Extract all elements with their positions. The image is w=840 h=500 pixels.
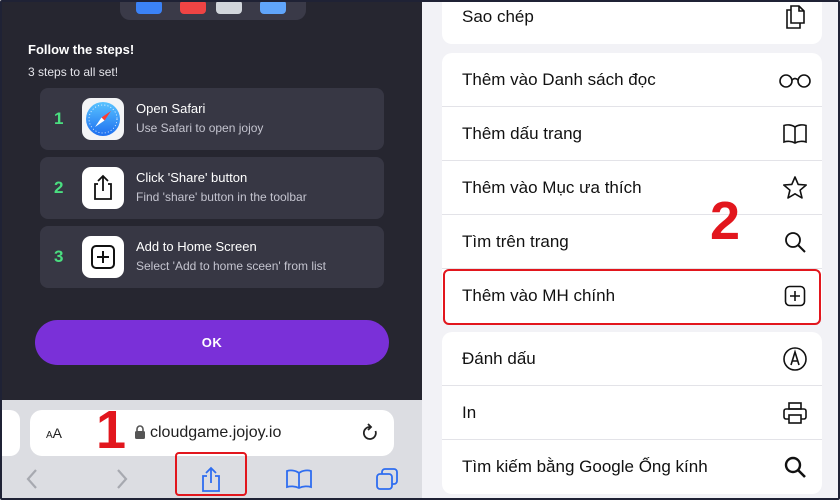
book-icon — [782, 121, 808, 147]
copy-icon — [782, 4, 808, 30]
step-title: Click 'Share' button — [136, 170, 248, 185]
step-number: 1 — [54, 109, 64, 128]
guide-heading: Follow the steps! — [28, 42, 135, 57]
share-sheet-top-group: Sao chép — [442, 2, 822, 44]
star-icon — [782, 175, 808, 201]
forward-icon[interactable] — [108, 464, 136, 494]
search-icon — [782, 229, 808, 255]
ok-button[interactable]: OK — [35, 320, 389, 365]
back-icon[interactable] — [18, 464, 46, 494]
step-title: Open Safari — [136, 101, 206, 116]
step-description: Select 'Add to home sceen' from list — [136, 259, 327, 273]
menu-item-markup[interactable]: Đánh dấu — [442, 332, 822, 386]
menu-item-reading-list[interactable]: Thêm vào Danh sách đọc — [442, 53, 822, 107]
glasses-icon — [778, 67, 812, 93]
step-number: 2 — [54, 178, 64, 197]
menu-item-print[interactable]: In — [442, 386, 822, 440]
step-description: Find 'share' button in the toolbar — [136, 190, 307, 204]
share-icon — [82, 167, 124, 209]
ios-share-sheet: Sao chép Thêm vào Danh sách đọc Thêm dấu… — [422, 2, 838, 498]
step-2: 2 Click 'Share' button Find 'share' butt… — [40, 157, 384, 219]
annotation-marker-2: 2 — [710, 191, 741, 251]
markup-icon — [782, 346, 808, 372]
share-button-highlight — [175, 452, 247, 496]
step-3: 3 Add to Home Screen Select 'Add to home… — [40, 226, 384, 288]
reload-icon[interactable] — [360, 422, 380, 449]
guide-subheading: 3 steps to all set! — [28, 65, 119, 79]
step-description: Use Safari to open jojoy — [136, 121, 264, 135]
annotation-marker-1: 1 — [96, 400, 127, 460]
menu-item-google-lens[interactable]: Tìm kiếm bằng Google Ống kính — [442, 440, 822, 494]
menu-item-copy[interactable]: Sao chép — [442, 2, 822, 44]
share-sheet-group-2: Đánh dấu In Tìm kiếm bằng Google Ống kín… — [442, 332, 822, 494]
step-1: 1 Open Safari Use Safari to open jojoy — [40, 88, 384, 150]
lock-icon — [134, 425, 146, 445]
text-size-button[interactable]: AA — [46, 410, 62, 459]
safari-icon — [82, 98, 124, 140]
screenshot-frame: Follow the steps! 3 steps to all set! 1 … — [0, 0, 840, 500]
menu-item-add-favorites[interactable]: Thêm vào Mục ưa thích — [442, 161, 822, 215]
step-number: 3 — [54, 247, 64, 266]
address-bar[interactable]: AA cloudgame.jojoy.io — [30, 410, 394, 456]
printer-icon — [782, 400, 808, 426]
menu-item-find-on-page[interactable]: Tìm trên trang — [442, 215, 822, 269]
bookmarks-icon[interactable] — [285, 464, 313, 494]
tabs-icon[interactable] — [373, 464, 401, 494]
url-text: cloudgame.jojoy.io — [150, 424, 282, 441]
jojoy-install-guide: Follow the steps! 3 steps to all set! 1 … — [2, 2, 422, 498]
add-to-home-highlight — [443, 269, 821, 325]
menu-item-add-bookmark[interactable]: Thêm dấu trang — [442, 107, 822, 161]
previous-tab-edge[interactable] — [2, 410, 20, 456]
search-icon — [782, 454, 808, 480]
step-title: Add to Home Screen — [136, 239, 257, 254]
phone-illustration — [120, 2, 306, 20]
add-square-icon — [82, 236, 124, 278]
